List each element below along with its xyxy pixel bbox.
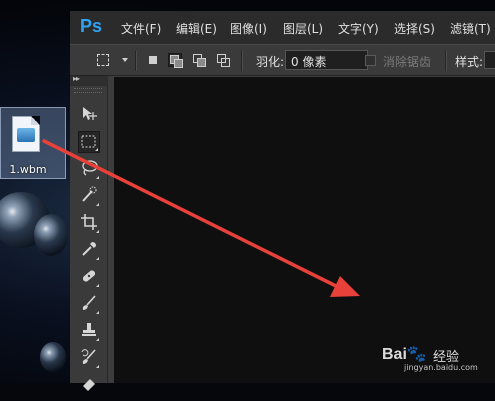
baidu-jingyan-watermark: Bai🐾 经验 jingyan.baidu.com xyxy=(382,344,492,374)
annotation-arrow-shaft xyxy=(42,139,338,288)
annotation-arrow xyxy=(42,139,360,297)
watermark-url: jingyan.baidu.com xyxy=(404,363,478,372)
baidu-logo: Bai🐾 xyxy=(382,346,427,363)
